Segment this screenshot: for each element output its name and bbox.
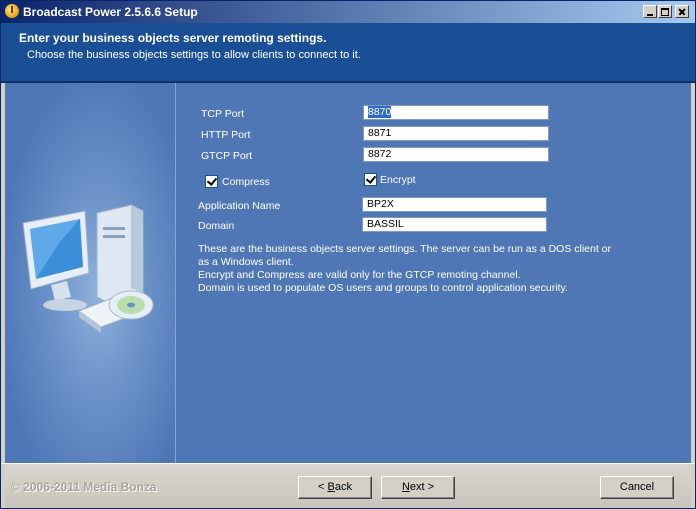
wizard-body: TCP Port 8870 HTTP Port 8871 GTCP Port 8… <box>5 83 691 463</box>
side-panel <box>5 83 176 463</box>
cancel-button[interactable]: Cancel <box>600 476 674 499</box>
http-port-input[interactable]: 8871 <box>363 126 549 141</box>
app-icon <box>5 4 19 18</box>
maximize-button[interactable] <box>658 5 672 18</box>
minimize-button[interactable] <box>643 5 657 18</box>
encrypt-checkbox[interactable] <box>364 173 377 186</box>
info-line: Domain is used to populate OS users and … <box>198 282 568 294</box>
close-button[interactable] <box>675 5 689 18</box>
page-title: Enter your business objects server remot… <box>19 31 327 45</box>
tcp-port-input[interactable]: 8870 <box>363 105 549 120</box>
setup-window: Broadcast Power 2.5.6.6 Setup Enter your… <box>0 0 696 509</box>
next-button-accel: N <box>401 481 410 493</box>
tcp-port-value: 8870 <box>368 106 392 118</box>
back-button-accel: B <box>327 481 335 493</box>
application-name-label: Application Name <box>198 200 281 212</box>
computer-illustration-icon <box>22 204 154 333</box>
back-button[interactable]: < Back <box>298 476 372 499</box>
page-subtitle: Choose the business objects settings to … <box>27 49 361 61</box>
copyright-text: © 2006-2011 Media Bonza <box>11 480 157 494</box>
info-text: These are the business objects server se… <box>198 243 638 295</box>
title-bar[interactable]: Broadcast Power 2.5.6.6 Setup <box>1 1 695 23</box>
encrypt-label[interactable]: Encrypt <box>380 174 416 186</box>
gtcp-port-input[interactable]: 8872 <box>363 147 549 162</box>
tcp-port-label: TCP Port <box>201 108 244 120</box>
wizard-header: Enter your business objects server remot… <box>1 23 695 83</box>
domain-label: Domain <box>198 220 235 232</box>
next-button[interactable]: Next > <box>381 476 455 499</box>
http-port-label: HTTP Port <box>201 129 251 141</box>
gtcp-port-label: GTCP Port <box>201 150 253 162</box>
info-line: Encrypt and Compress are valid only for … <box>198 269 521 281</box>
wizard-footer: © 2006-2011 Media Bonza < Back Next > Ca… <box>1 463 695 508</box>
window-title: Broadcast Power 2.5.6.6 Setup <box>23 5 198 19</box>
compress-label[interactable]: Compress <box>222 176 270 188</box>
back-button-label: ack <box>334 481 352 493</box>
info-line: These are the business objects server se… <box>198 243 612 255</box>
back-button-prefix: < <box>318 481 328 493</box>
compress-checkbox[interactable] <box>205 175 218 188</box>
info-line: as a Windows client. <box>198 256 294 268</box>
application-name-input[interactable]: BP2X <box>362 197 547 212</box>
next-button-label: ext > <box>409 481 435 493</box>
domain-input[interactable]: BASSIL <box>362 217 547 232</box>
